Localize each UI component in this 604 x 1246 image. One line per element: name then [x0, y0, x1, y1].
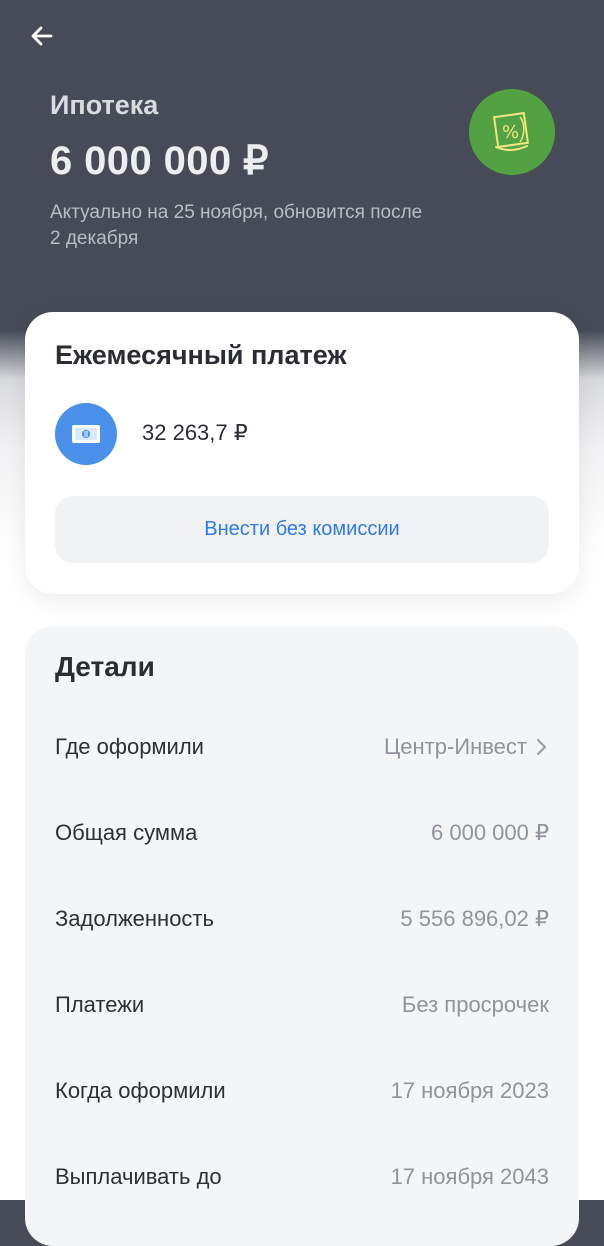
detail-value: 17 ноября 2023	[390, 1078, 549, 1103]
back-arrow-icon	[31, 26, 53, 46]
details-card: Детали Где оформили Центр-Инвест Общая с…	[25, 626, 579, 1246]
detail-value: 5 556 896,02 ₽	[400, 906, 549, 931]
detail-value-text: Центр-Инвест	[383, 734, 527, 759]
update-info: Актуально на 25 ноября, обновится после …	[50, 202, 423, 249]
back-button[interactable]	[22, 16, 62, 56]
detail-value: 6 000 000 ₽	[431, 820, 549, 845]
bank-logo-icon: %	[492, 111, 530, 151]
detail-value: 17 ноября 2043	[390, 1164, 549, 1189]
detail-label: Когда оформили	[55, 1078, 226, 1103]
detail-label: Задолженность	[55, 906, 214, 931]
detail-row-payments: Платежи Без просрочек	[55, 985, 549, 1025]
pay-button-label: Внести без комиссии	[204, 518, 400, 540]
header: Ипотека 6 000 000 ₽ Актуально на 25 нояб…	[0, 0, 604, 330]
monthly-payment-card: Ежемесячный платеж 32 263,7 ₽ Внести без…	[25, 312, 579, 594]
detail-row-total: Общая сумма 6 000 000 ₽	[55, 813, 549, 853]
details-title: Детали	[55, 651, 155, 682]
detail-label: Где оформили	[55, 734, 204, 759]
chevron-right-icon	[536, 738, 547, 756]
detail-label: Общая сумма	[55, 820, 198, 845]
cash-icon	[72, 425, 100, 443]
detail-label: Выплачивать до	[55, 1164, 222, 1189]
detail-value: Центр-Инвест	[384, 734, 549, 760]
detail-row-issued-date: Когда оформили 17 ноября 2023	[55, 1071, 549, 1111]
pay-without-commission-button[interactable]: Внести без комиссии	[55, 496, 549, 563]
svg-text:%: %	[502, 122, 519, 143]
loan-amount: 6 000 000 ₽	[50, 139, 269, 183]
page-title: Ипотека	[50, 90, 159, 120]
detail-label: Платежи	[55, 992, 145, 1017]
detail-row-debt: Задолженность 5 556 896,02 ₽	[55, 899, 549, 939]
detail-value: Без просрочек	[401, 992, 549, 1017]
bank-logo: %	[469, 89, 555, 175]
detail-row-issuer[interactable]: Где оформили Центр-Инвест	[55, 727, 549, 767]
detail-row-payoff-date: Выплачивать до 17 ноября 2043	[55, 1157, 549, 1197]
payment-icon-circle	[55, 403, 117, 465]
monthly-payment-amount: 32 263,7 ₽	[142, 420, 248, 445]
monthly-payment-title: Ежемесячный платеж	[55, 340, 347, 370]
